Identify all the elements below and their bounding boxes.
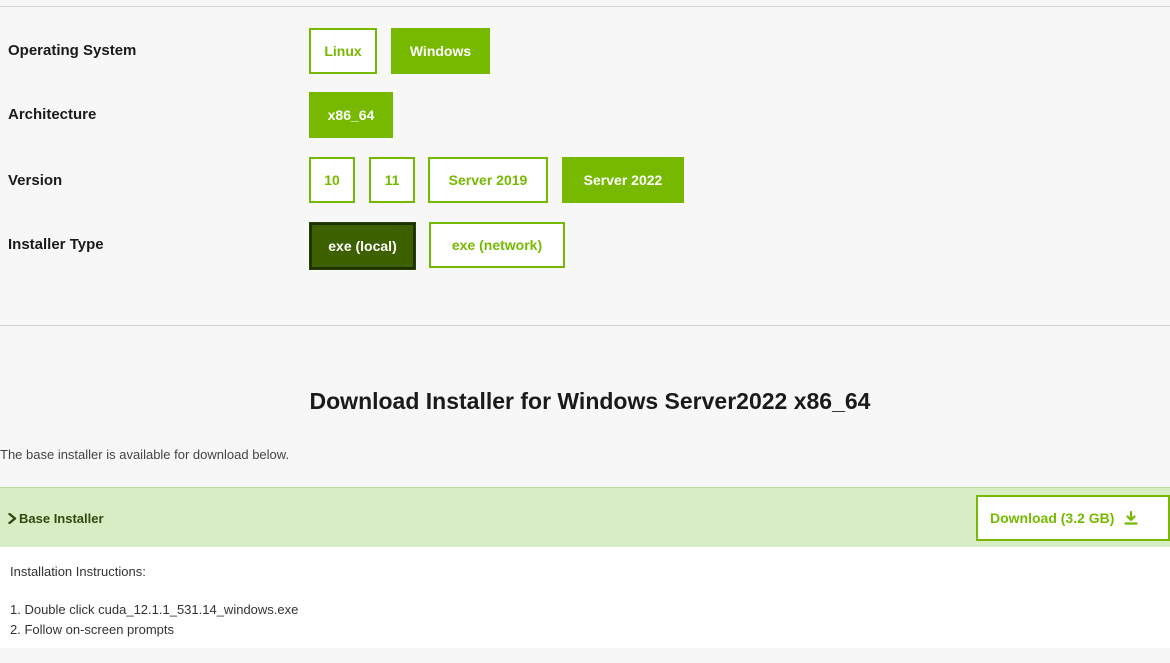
version-option-server-2022[interactable]: Server 2022 <box>562 157 684 203</box>
base-installer-bar: Base Installer Download (3.2 GB) <box>0 487 1170 547</box>
download-section: Download Installer for Windows Server202… <box>0 326 1170 663</box>
version-option-11[interactable]: 11 <box>369 157 415 203</box>
download-icon <box>1124 511 1139 525</box>
base-installer-toggle[interactable]: Base Installer <box>8 488 104 548</box>
arch-option-x86-64[interactable]: x86_64 <box>309 92 393 138</box>
os-label: Operating System <box>8 42 137 59</box>
version-option-server-2019[interactable]: Server 2019 <box>428 157 548 203</box>
instructions-heading: Installation Instructions: <box>10 564 146 579</box>
installation-instructions: Installation Instructions: 1. Double cli… <box>0 547 1170 648</box>
download-title: Download Installer for Windows Server202… <box>309 388 871 414</box>
installer-option-exe-local[interactable]: exe (local) <box>310 223 415 269</box>
os-option-linux[interactable]: Linux <box>309 28 377 74</box>
version-option-10[interactable]: 10 <box>309 157 355 203</box>
base-installer-label: Base Installer <box>19 510 104 526</box>
download-note: The base installer is available for down… <box>0 447 290 462</box>
os-option-windows[interactable]: Windows <box>391 28 490 74</box>
download-button-label: Download (3.2 GB) <box>990 510 1115 526</box>
chevron-right-icon <box>8 512 17 524</box>
version-label: Version <box>8 172 63 189</box>
instruction-step: 2. Follow on-screen prompts <box>10 622 175 637</box>
platform-selector: Operating System Linux Windows Architect… <box>0 7 1170 325</box>
instruction-step: 1. Double click cuda_12.1.1_531.14_windo… <box>10 602 299 617</box>
installer-type-label: Installer Type <box>8 236 104 253</box>
download-button[interactable]: Download (3.2 GB) <box>976 495 1170 541</box>
architecture-label: Architecture <box>8 106 97 123</box>
installer-option-exe-network[interactable]: exe (network) <box>429 222 565 268</box>
